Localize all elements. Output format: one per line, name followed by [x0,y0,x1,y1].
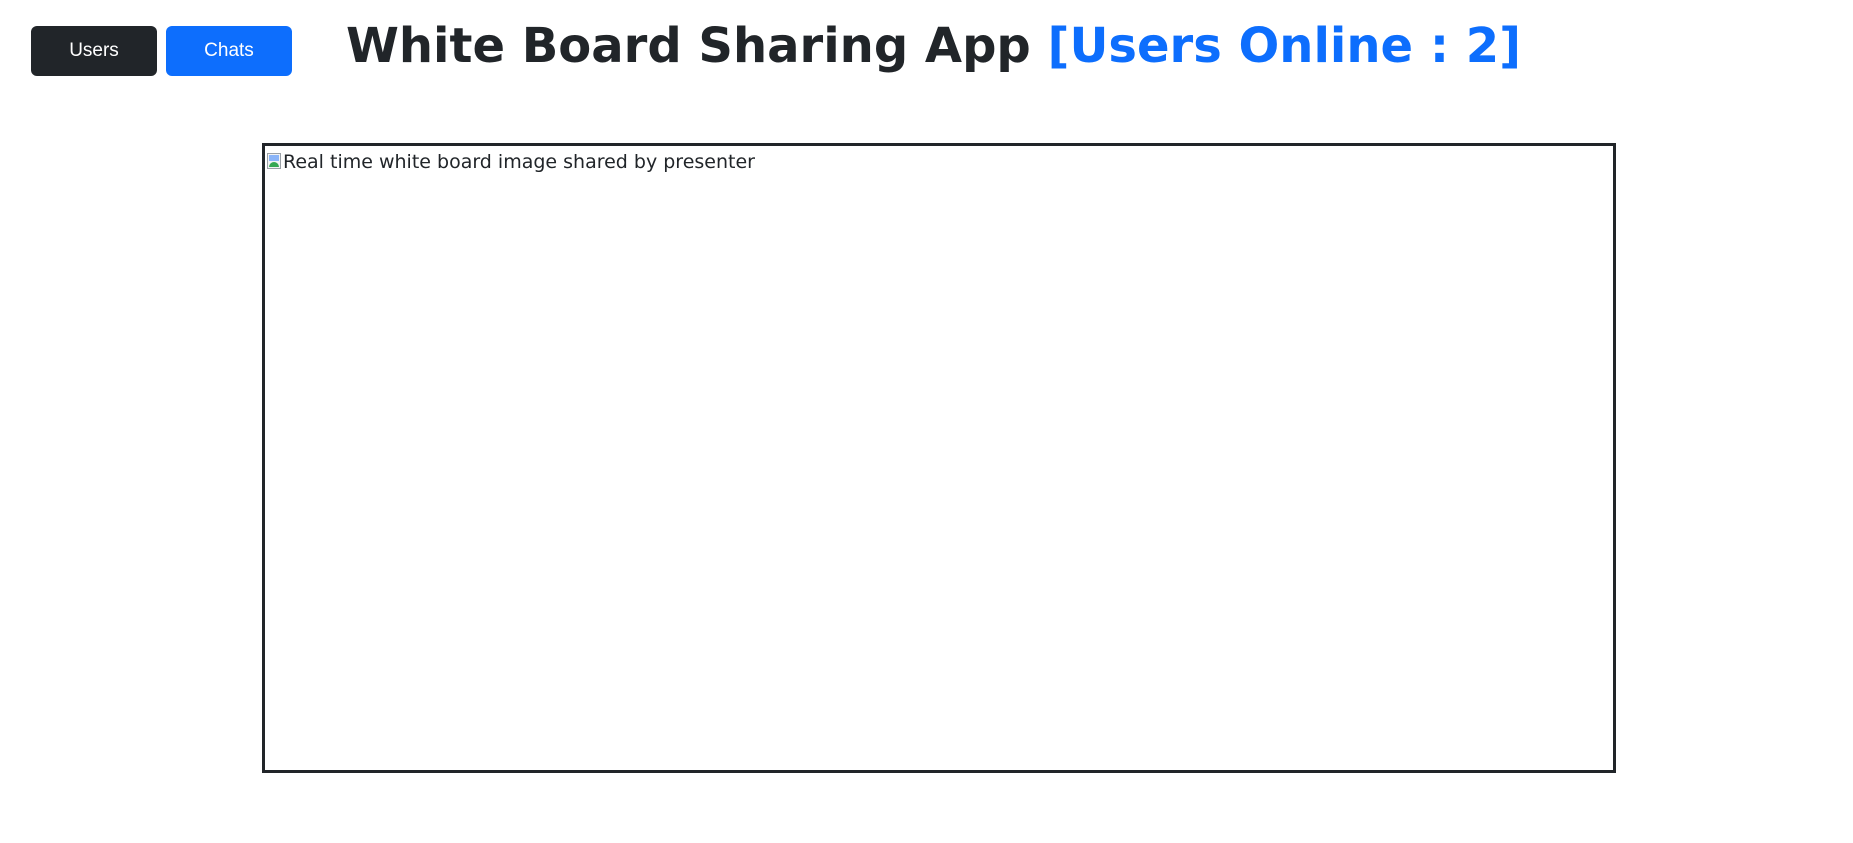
broken-image-icon [267,153,283,171]
app-title: White Board Sharing App [345,18,1031,74]
users-online-count: [Users Online : 2] [1047,18,1522,74]
whiteboard-image-alt-text: Real time white board image shared by pr… [283,151,755,173]
page: Users Chats White Board Sharing App [Use… [0,0,1853,843]
whiteboard-image: Real time white board image shared by pr… [267,151,755,173]
whiteboard-frame: Real time white board image shared by pr… [262,143,1616,773]
page-title: White Board Sharing App [Users Online : … [0,10,1853,82]
